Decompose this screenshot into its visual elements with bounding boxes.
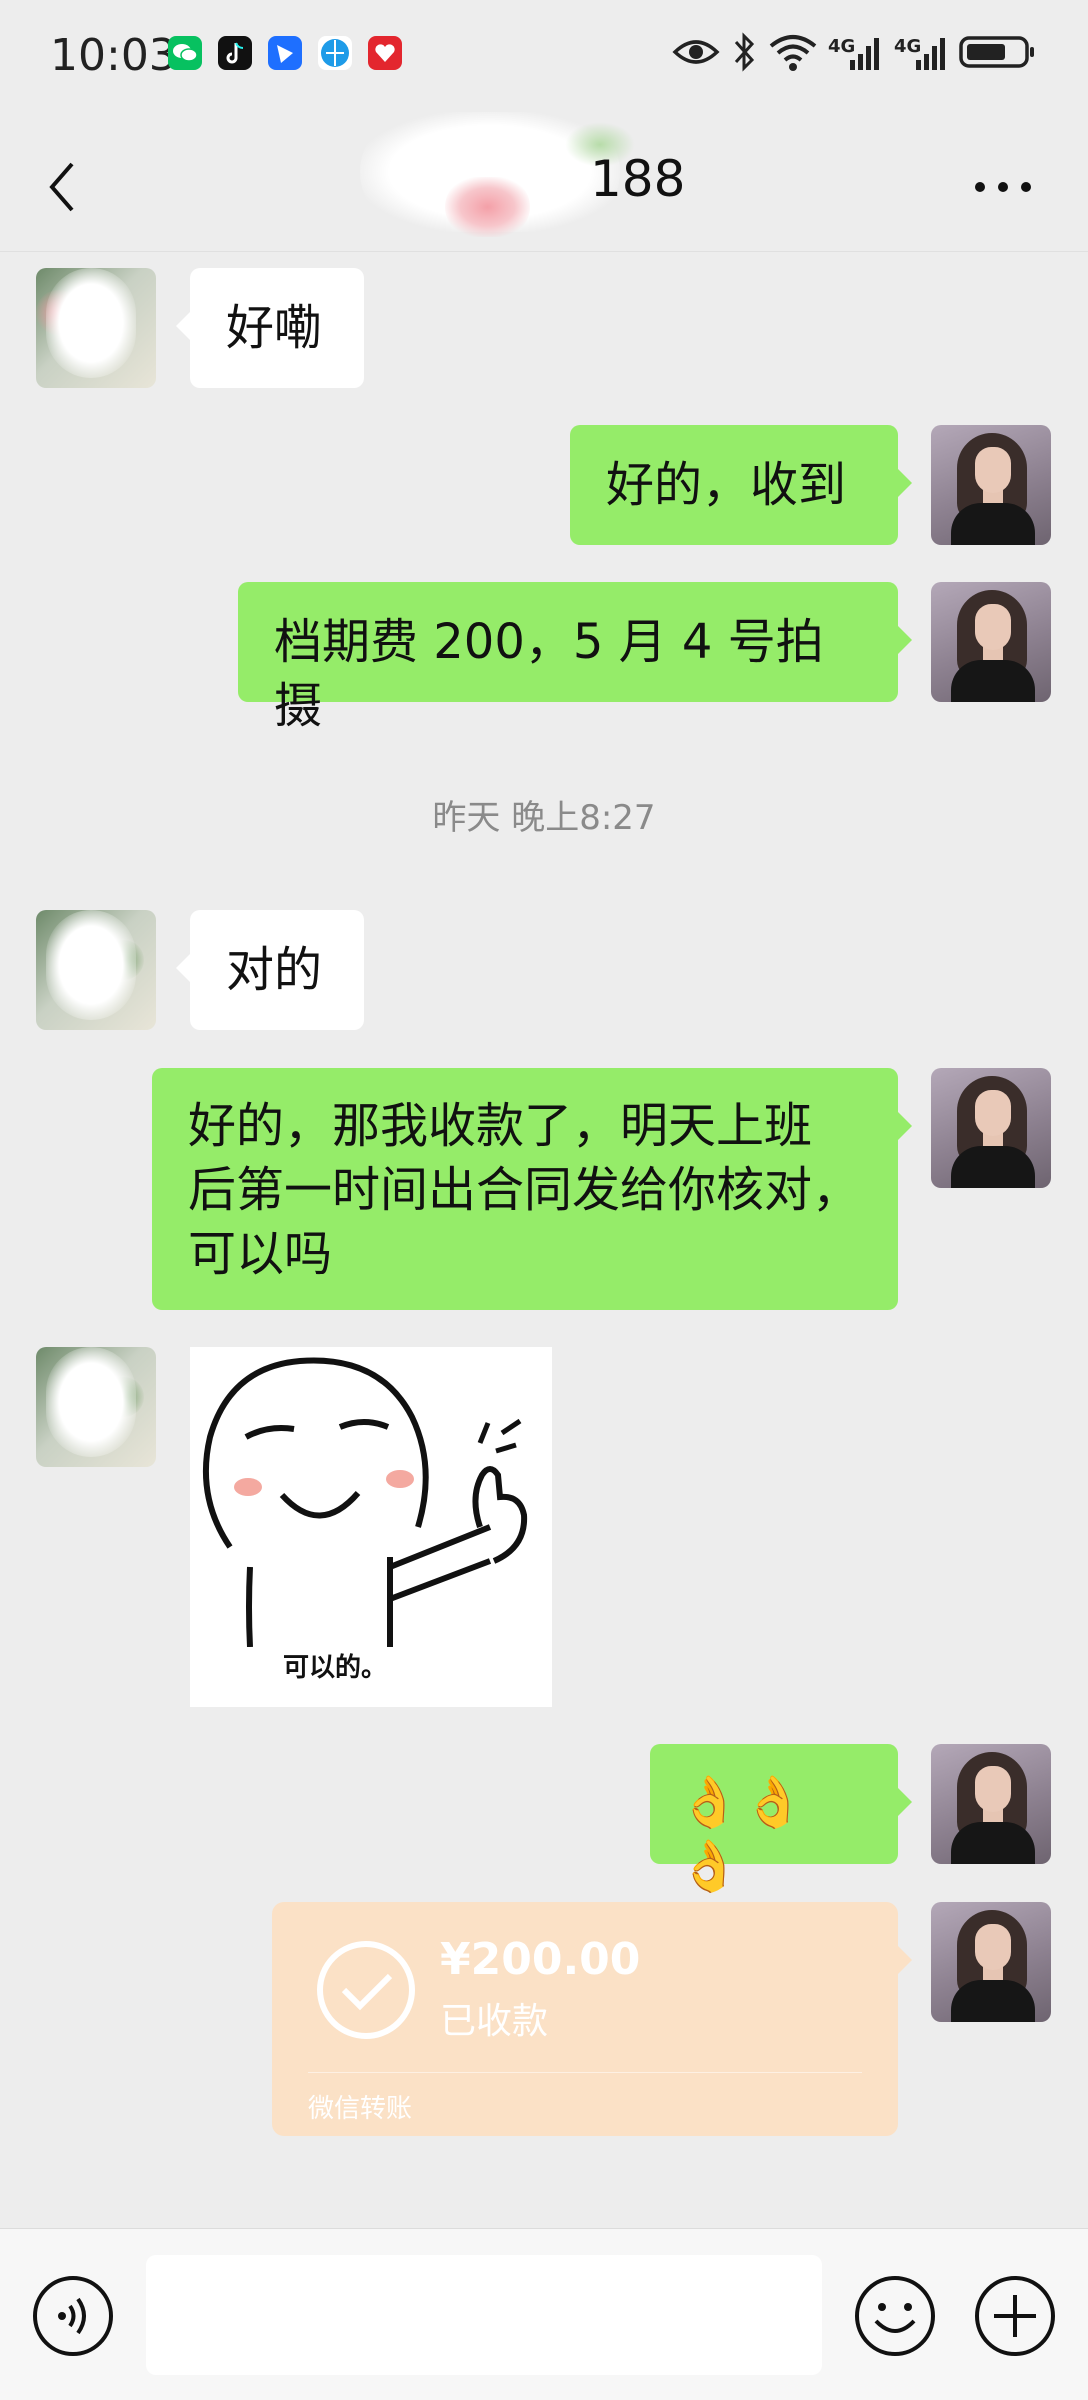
check-circle-icon [317, 1941, 415, 2039]
signal-icon-2 [916, 38, 945, 70]
my-avatar[interactable] [931, 582, 1051, 702]
browser-icon [318, 36, 352, 70]
avatar-body [951, 1822, 1035, 1864]
my-avatar[interactable] [931, 1744, 1051, 1864]
message-text: 好的，那我收款了，明天上班 后第一时间出合同发给你核对， 可以吗 [188, 1098, 861, 1282]
status-time: 10:03 [50, 30, 177, 81]
my-avatar[interactable] [931, 1068, 1051, 1188]
transfer-card[interactable]: ¥200.00 已收款 微信转账 [272, 1902, 912, 2136]
battery-icon [959, 36, 1034, 68]
chat-header: 188 [0, 112, 1088, 252]
message-text: 档期费 200，5 月 4 号拍摄 [274, 614, 824, 734]
eye-icon [672, 40, 720, 64]
outgoing-message[interactable]: 好的，那我收款了，明天上班 后第一时间出合同发给你核对， 可以吗 [152, 1068, 912, 1310]
chat-title: 188 [590, 150, 686, 208]
input-bar [0, 2228, 1088, 2400]
avatar-body [951, 1146, 1035, 1188]
incoming-message[interactable]: 对的 [176, 910, 364, 1030]
plus-button[interactable] [972, 2273, 1058, 2359]
contact-avatar[interactable] [36, 268, 156, 388]
sticker-message[interactable]: 可以的。 [190, 1347, 552, 1707]
contact-avatar[interactable] [36, 910, 156, 1030]
my-avatar[interactable] [931, 1902, 1051, 2022]
bluetooth-icon [734, 32, 755, 72]
outgoing-message[interactable]: 好的，收到 [570, 425, 912, 545]
emoji-button[interactable] [852, 2273, 938, 2359]
message-text: 好嘞 [226, 300, 323, 356]
sticker-caption: 可以的。 [282, 1653, 387, 1683]
outgoing-message[interactable]: 👌👌👌 [650, 1744, 912, 1895]
avatar-face [975, 1766, 1011, 1812]
transfer-amount: ¥200.00 [440, 1934, 641, 1985]
message-timestamp: 昨天 晚上8:27 [432, 798, 656, 838]
tiktok-icon [218, 36, 252, 70]
voice-button[interactable] [30, 2273, 116, 2359]
red-app-icon [368, 36, 402, 70]
message-input[interactable] [146, 2255, 822, 2375]
wechat-icon [168, 36, 202, 70]
title-blur-mask-red [445, 177, 530, 237]
my-avatar[interactable] [931, 425, 1051, 545]
avatar-blur [46, 268, 136, 378]
avatar-face [975, 1924, 1011, 1970]
outgoing-message[interactable]: 档期费 200，5 月 4 号拍摄 [238, 582, 912, 734]
transfer-status: 已收款 [440, 2001, 549, 2042]
avatar-face [975, 604, 1011, 650]
contact-avatar[interactable] [36, 1347, 156, 1467]
transfer-divider [308, 2072, 862, 2073]
avatar-body [951, 1980, 1035, 2022]
avatar-body [951, 503, 1035, 545]
message-text: 对的 [226, 942, 323, 998]
feishu-icon [268, 36, 302, 70]
message-emoji: 👌👌👌 [678, 1773, 807, 1895]
wifi-icon [769, 35, 817, 71]
transfer-label: 微信转账 [308, 2094, 413, 2124]
status-bar: 10:03 4G 4G [0, 0, 1088, 112]
avatar-blur [46, 910, 136, 1020]
more-options-button[interactable] [970, 172, 1036, 202]
avatar-face [975, 447, 1011, 493]
avatar-face [975, 1090, 1011, 1136]
signal-icon-1 [850, 38, 879, 70]
thumbs-up-face-sticker [202, 1357, 528, 1648]
message-text: 好的，收到 [606, 457, 847, 513]
avatar-blur [46, 1347, 136, 1457]
back-button[interactable] [40, 152, 90, 222]
incoming-message[interactable]: 好嘞 [176, 268, 364, 388]
avatar-body [951, 660, 1035, 702]
